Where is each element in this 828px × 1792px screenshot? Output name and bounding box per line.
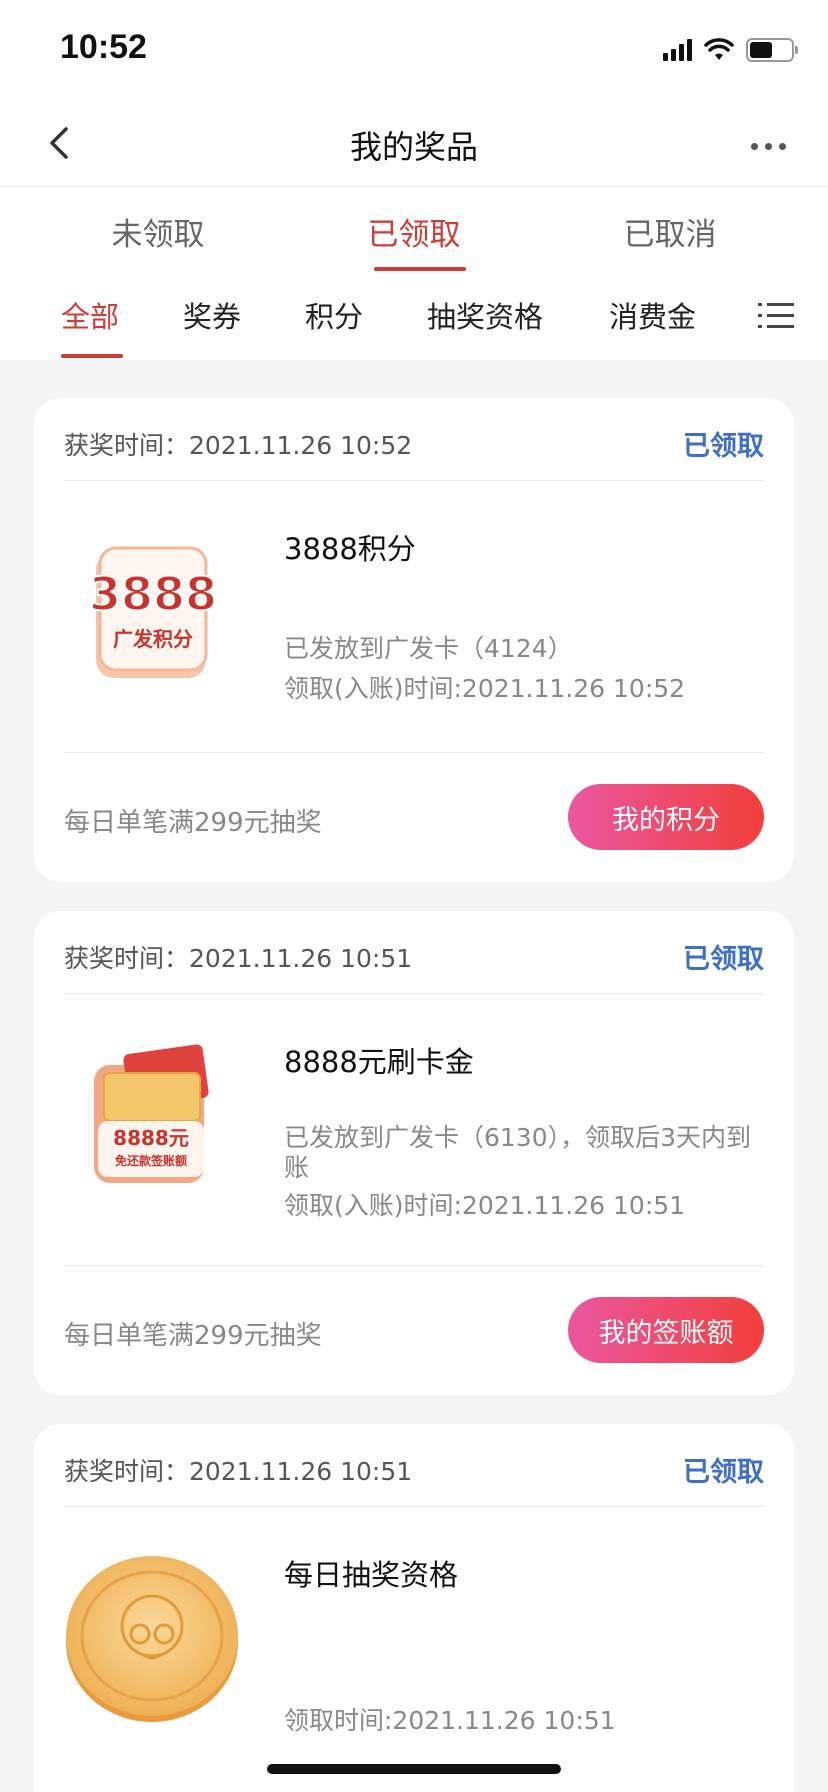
dot-icon [778, 142, 786, 150]
tab-label: 已领取 [367, 217, 461, 253]
prize-description: 已发放到广发卡（4124） [284, 634, 573, 663]
wifi-icon [704, 38, 734, 60]
prize-image-number: 3888 [89, 567, 217, 621]
points-prize-image: 3888 广发积分 [88, 546, 218, 678]
card-header: 获奖时间：2021.11.26 10:52 已领取 [64, 422, 764, 466]
status-tabs: 未领取 已领取 已取消 [0, 186, 828, 274]
status-icons [663, 34, 798, 66]
tab-label: 已取消 [623, 217, 717, 253]
divider [64, 1265, 764, 1266]
more-button[interactable] [738, 126, 798, 166]
category-tabs: 全部 奖券 积分 抽奖资格 消费金 [0, 274, 828, 360]
prize-title: 每日抽奖资格 [284, 1558, 459, 1592]
tab-cancelled[interactable]: 已取消 [570, 209, 770, 254]
prize-card: 获奖时间：2021.11.26 10:52 已领取 3888 广发积分 3888… [34, 398, 794, 882]
tab-label: 未领取 [111, 217, 205, 253]
dot-icon [764, 142, 772, 150]
prize-card: 获奖时间：2021.11.26 10:51 已领取 每日抽奖资格 领取时间:20… [34, 1424, 794, 1792]
list-menu-icon[interactable] [758, 300, 794, 332]
card-header: 获奖时间：2021.11.26 10:51 已领取 [64, 935, 764, 979]
tab-unclaimed[interactable]: 未领取 [58, 209, 258, 254]
claim-time: 领取(入账)时间:2021.11.26 10:51 [284, 1191, 686, 1220]
spending-credit-prize-image: 8888元 免还款签账额 [94, 1044, 209, 1183]
category-tab-spending[interactable]: 消费金 [609, 294, 696, 336]
category-tab-lottery[interactable]: 抽奖资格 [427, 294, 543, 336]
prize-title: 3888积分 [284, 532, 416, 566]
cellular-signal-icon [663, 39, 692, 61]
status-bar: 10:52 [0, 0, 828, 100]
lottery-coin-image [66, 1556, 238, 1722]
home-indicator [267, 1764, 561, 1774]
my-points-button[interactable]: 我的积分 [568, 784, 764, 850]
card-header: 获奖时间：2021.11.26 10:51 已领取 [64, 1448, 764, 1492]
award-time: 获奖时间：2021.11.26 10:51 [64, 944, 413, 973]
award-time: 获奖时间：2021.11.26 10:52 [64, 431, 413, 460]
status-badge: 已领取 [683, 431, 764, 462]
claim-time: 领取(入账)时间:2021.11.26 10:52 [284, 674, 686, 703]
prize-image-label: 广发积分 [113, 627, 193, 651]
claim-time: 领取时间:2021.11.26 10:51 [284, 1706, 616, 1735]
battery-icon [746, 38, 798, 62]
category-tab-points[interactable]: 积分 [305, 294, 363, 336]
page-title: 我的奖品 [349, 128, 478, 166]
category-tab-all[interactable]: 全部 [61, 294, 119, 336]
award-time: 获奖时间：2021.11.26 10:51 [64, 1457, 413, 1486]
prize-description: 已发放到广发卡（6130），领取后3天内到账 [284, 1123, 752, 1182]
prize-condition: 每日单笔满299元抽奖 [64, 808, 322, 838]
active-category-indicator [61, 354, 123, 358]
prize-condition: 每日单笔满299元抽奖 [64, 1321, 322, 1351]
nav-bar: 我的奖品 [0, 100, 828, 186]
divider [64, 993, 764, 994]
prize-image-amount: 8888元 [113, 1126, 189, 1150]
divider [64, 480, 764, 481]
status-badge: 已领取 [683, 1457, 764, 1488]
prize-image-label: 免还款签账额 [115, 1153, 187, 1168]
active-tab-indicator [374, 267, 466, 271]
prize-card: 获奖时间：2021.11.26 10:51 已领取 8888元 免还款签账额 8… [34, 911, 794, 1395]
prize-title: 8888元刷卡金 [284, 1045, 474, 1079]
category-tab-coupons[interactable]: 奖券 [183, 294, 241, 336]
divider [64, 1506, 764, 1507]
status-time: 10:52 [60, 28, 147, 66]
status-badge: 已领取 [683, 944, 764, 975]
dot-icon [750, 142, 758, 150]
tab-claimed[interactable]: 已领取 [314, 209, 514, 271]
my-spending-credit-button[interactable]: 我的签账额 [568, 1297, 764, 1363]
divider [64, 752, 764, 753]
